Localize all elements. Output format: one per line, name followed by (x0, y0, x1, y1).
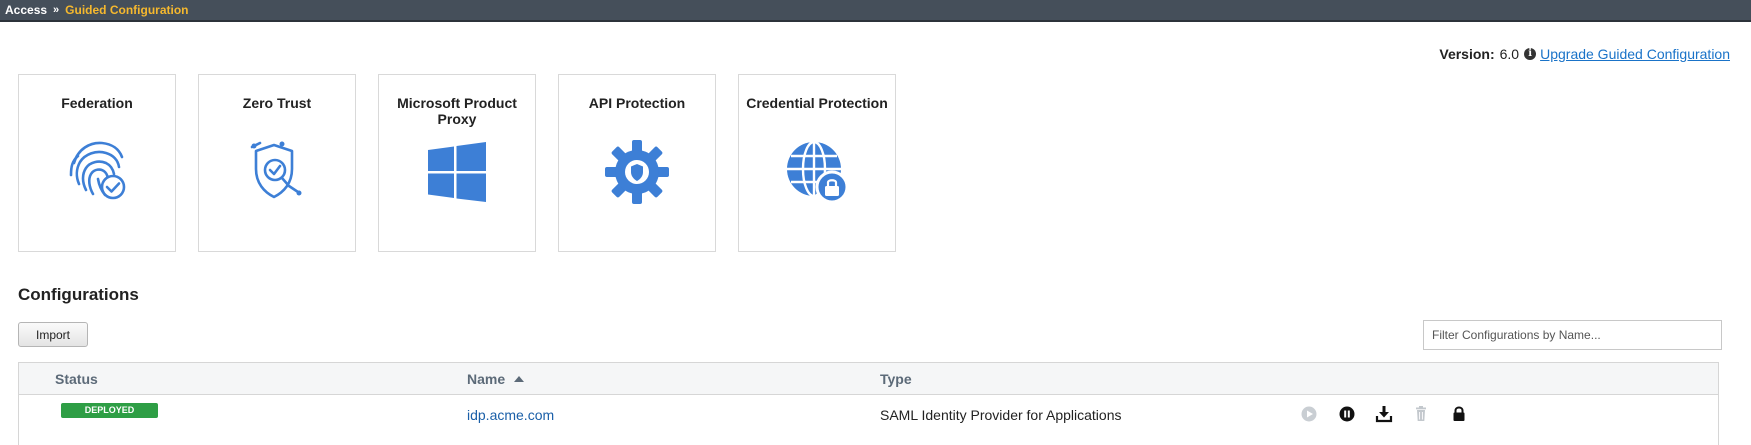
sort-ascending-icon (514, 376, 525, 382)
info-icon[interactable]: i (1524, 48, 1537, 60)
configurations-title: Configurations (18, 285, 139, 304)
windows-logo-icon (428, 142, 486, 202)
configurations-table: Status Name Type DEPLOYED idp.acme.com S… (18, 362, 1719, 445)
status-badge: DEPLOYED (61, 403, 158, 418)
shield-check-icon (250, 141, 302, 199)
column-header-name[interactable]: Name (467, 371, 525, 387)
tile-title: Microsoft Product Proxy (397, 95, 517, 127)
configuration-tiles: Federation Zero Trust Microsoft Product … (18, 74, 918, 252)
configuration-name-link[interactable]: idp.acme.com (467, 407, 554, 423)
tile-federation[interactable]: Federation (18, 74, 176, 252)
gear-shield-icon (605, 140, 669, 204)
pause-icon[interactable] (1337, 404, 1357, 424)
lock-icon[interactable] (1449, 404, 1469, 424)
trash-icon[interactable] (1411, 404, 1431, 424)
tile-title: Federation (61, 95, 133, 111)
tile-api-protection[interactable]: API Protection (558, 74, 716, 252)
breadcrumb-access[interactable]: Access (5, 3, 47, 17)
table-header: Status Name Type (19, 363, 1718, 395)
top-breadcrumb-bar: Access » Guided Configuration (0, 0, 1751, 22)
version-value: 6.0 (1499, 46, 1520, 62)
table-row: DEPLOYED idp.acme.com SAML Identity Prov… (19, 395, 1718, 445)
breadcrumb-current: Guided Configuration (65, 3, 189, 17)
play-icon[interactable] (1299, 404, 1319, 424)
upgrade-guided-configuration-link[interactable]: Upgrade Guided Configuration (1540, 46, 1730, 62)
breadcrumb-separator: » (53, 4, 60, 16)
tile-title: Credential Protection (746, 95, 888, 111)
tile-title: Zero Trust (242, 95, 312, 111)
tile-title: API Protection (588, 95, 686, 111)
configuration-type: SAML Identity Provider for Applications (880, 407, 1122, 423)
version-info: Version: 6.0 i Upgrade Guided Configurat… (1439, 46, 1730, 62)
column-header-status[interactable]: Status (55, 371, 98, 387)
tile-credential-protection[interactable]: Credential Protection (738, 74, 896, 252)
tile-zero-trust[interactable]: Zero Trust (198, 74, 356, 252)
download-icon[interactable] (1374, 404, 1394, 424)
filter-configurations-input[interactable] (1423, 320, 1722, 350)
import-button[interactable]: Import (18, 322, 88, 347)
fingerprint-check-icon (69, 141, 126, 200)
column-header-type[interactable]: Type (880, 371, 912, 387)
tile-microsoft-product-proxy[interactable]: Microsoft Product Proxy (378, 74, 536, 252)
column-header-name-label: Name (467, 371, 506, 387)
version-label: Version: (1439, 46, 1495, 62)
globe-lock-icon (787, 140, 849, 204)
